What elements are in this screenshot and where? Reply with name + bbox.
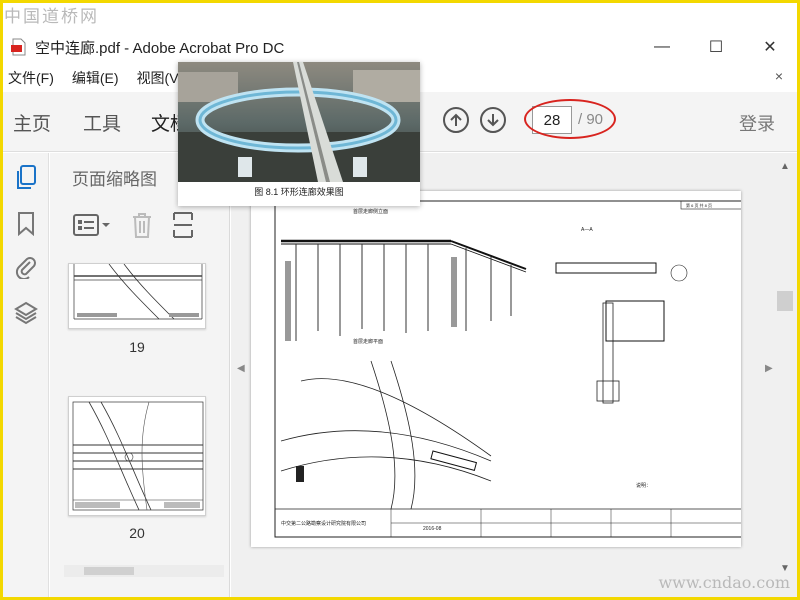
menu-view[interactable]: 视图(V <box>132 68 184 88</box>
tab-tools[interactable]: 工具 <box>83 109 121 136</box>
bookmark-icon[interactable] <box>13 211 39 237</box>
collapse-right-icon[interactable]: ▶ <box>765 363 773 374</box>
layers-icon[interactable] <box>13 300 39 326</box>
minimize-button[interactable]: — <box>635 30 689 64</box>
menu-edit[interactable]: 编辑(E) <box>67 68 124 88</box>
pdf-page: 首层走廊侧立面 首层走廊平面 A—A 说明： 中交第二公路勘察设计研究院有限公司… <box>251 191 746 547</box>
pages-icon[interactable] <box>13 165 39 191</box>
window-title: 空中连廊.pdf - Adobe Acrobat Pro DC <box>35 39 285 57</box>
company-name: 中交第二公路勘察设计研究院有限公司 <box>281 520 366 527</box>
figure-popup: 图 8.1 环形连廊效果图 <box>178 62 420 206</box>
delete-icon[interactable] <box>130 211 154 244</box>
close-document-icon[interactable]: × <box>775 68 783 84</box>
page-thumbnail-19[interactable] <box>68 263 206 329</box>
pdf-file-icon <box>11 38 26 56</box>
sheet-number: 第 6 页 共 8 页 <box>686 202 712 208</box>
tab-home[interactable]: 主页 <box>13 109 51 136</box>
extract-icon[interactable] <box>172 211 194 244</box>
scroll-up-icon[interactable]: ▲ <box>780 161 790 172</box>
attachment-icon[interactable] <box>13 254 39 280</box>
view-title-top: 首层走廊侧立面 <box>353 208 388 215</box>
left-rail <box>3 153 49 598</box>
page-thumbnail-20[interactable] <box>68 396 206 516</box>
maximize-button[interactable]: ☐ <box>689 30 743 64</box>
view-title-plan: 首层走廊平面 <box>353 338 383 345</box>
engineering-drawing: 首层走廊侧立面 首层走廊平面 A—A 说明： 中交第二公路勘察设计研究院有限公司… <box>274 200 746 538</box>
figure-caption: 图 8.1 环形连廊效果图 <box>254 187 344 197</box>
thumbnail-label: 19 <box>129 339 145 355</box>
thumbnail-panel: 页面缩略图 19 20 <box>50 153 276 598</box>
page-options-icon[interactable] <box>72 212 112 243</box>
panel-title: 页面缩略图 <box>72 170 157 189</box>
highlight-ellipse <box>524 99 616 139</box>
close-button[interactable]: ✕ <box>743 30 797 64</box>
drawing-date: 2016-08 <box>423 526 442 532</box>
collapse-left-icon[interactable]: ◀ <box>237 363 245 374</box>
watermark-top-left: 中国道桥网 <box>4 7 99 27</box>
login-link[interactable]: 登录 <box>739 110 775 136</box>
document-area: ◀ ▶ 首层走廊侧立面 首层走廊平面 A—A 说明： 中交第二公路勘察设计研究院… <box>231 153 797 598</box>
menu-file[interactable]: 文件(F) <box>3 68 59 88</box>
watermark-bottom-right: www.cndao.com <box>658 573 790 592</box>
arrow-up-icon[interactable] <box>443 107 469 133</box>
thumbnail-label: 20 <box>129 525 145 541</box>
panel-hscrollbar[interactable] <box>64 565 224 577</box>
arrow-down-icon[interactable] <box>480 107 506 133</box>
document-scrollbar[interactable]: ▲ ▼ <box>773 153 797 598</box>
section-label: A—A <box>581 227 593 233</box>
title-bar: 空中连廊.pdf - Adobe Acrobat Pro DC — ☐ ✕ <box>3 30 797 64</box>
scrollbar-thumb[interactable] <box>777 291 793 311</box>
notes-title: 说明： <box>636 482 651 489</box>
corridor-rendering-image <box>178 62 420 182</box>
